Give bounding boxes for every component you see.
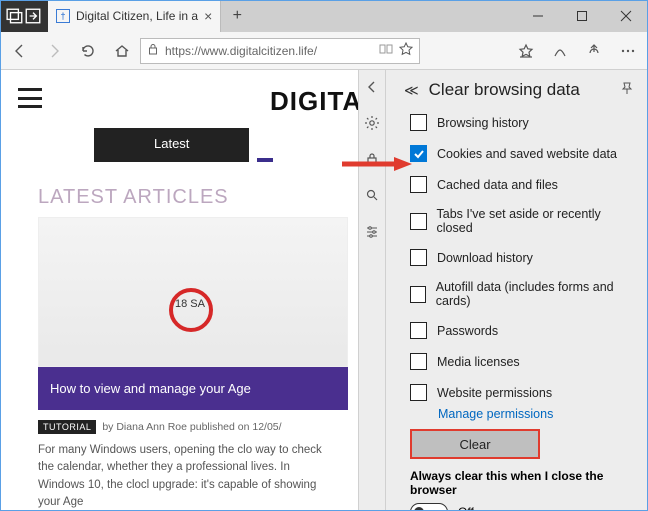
checkbox-browsing-history[interactable]: Browsing history — [410, 114, 634, 131]
checkbox-label: Website permissions — [437, 386, 552, 400]
tab-latest[interactable]: Latest — [94, 128, 249, 162]
refresh-button[interactable] — [72, 35, 104, 67]
home-button[interactable] — [106, 35, 138, 67]
checkbox-icon[interactable] — [410, 384, 427, 401]
url-box[interactable]: https://www.digitalcitizen.life/ — [140, 38, 420, 64]
always-clear-label: Always clear this when I close the brows… — [410, 469, 634, 497]
checkbox-label: Media licenses — [437, 355, 520, 369]
tab-title: Digital Citizen, Life in a — [76, 9, 198, 23]
favorite-star-icon[interactable] — [399, 42, 413, 59]
pin-icon[interactable] — [620, 81, 634, 100]
clear-button[interactable]: Clear — [410, 429, 540, 459]
window-controls — [516, 0, 648, 32]
article-title[interactable]: How to view and manage your Age — [38, 367, 348, 410]
manage-permissions-link[interactable]: Manage permissions — [438, 407, 553, 421]
close-window-button[interactable] — [604, 0, 648, 32]
calendar-day: 18 SA — [175, 298, 205, 310]
article-image[interactable]: 18 SA — [38, 217, 348, 367]
checkbox-icon[interactable] — [410, 114, 427, 131]
always-clear-toggle-row: Off — [410, 503, 634, 511]
url-text: https://www.digitalcitizen.life/ — [165, 44, 373, 58]
favorites-button[interactable] — [510, 35, 542, 67]
checkbox-label: Browsing history — [437, 116, 529, 130]
checkbox-icon[interactable] — [410, 353, 427, 370]
share-button[interactable] — [578, 35, 610, 67]
notes-button[interactable] — [544, 35, 576, 67]
toggle-switch[interactable] — [410, 503, 448, 511]
checkbox-cookies[interactable]: Cookies and saved website data — [410, 145, 634, 162]
close-tab-icon[interactable]: × — [204, 8, 212, 24]
checkbox-label: Cached data and files — [437, 178, 558, 192]
checkbox-label: Autofill data (includes forms and cards) — [436, 280, 634, 308]
lock-rail-icon[interactable] — [361, 148, 383, 170]
minimize-button[interactable] — [516, 0, 560, 32]
window-titlebar: † Digital Citizen, Life in a × + — [0, 0, 648, 32]
checkbox-icon[interactable] — [410, 213, 427, 230]
forward-button[interactable] — [38, 35, 70, 67]
more-button[interactable] — [612, 35, 644, 67]
checkbox-autofill[interactable]: Autofill data (includes forms and cards) — [410, 280, 634, 308]
panel-back-icon[interactable]: ≪ — [404, 82, 419, 99]
checkbox-cached[interactable]: Cached data and files — [410, 176, 634, 193]
favicon-icon: † — [56, 9, 70, 23]
checkbox-media-licenses[interactable]: Media licenses — [410, 353, 634, 370]
checkbox-icon[interactable] — [410, 249, 427, 266]
article-excerpt: For many Windows users, opening the clo … — [38, 442, 338, 511]
panel-title: Clear browsing data — [429, 80, 610, 100]
checkbox-icon[interactable] — [410, 322, 427, 339]
sliders-icon[interactable] — [361, 220, 383, 242]
maximize-button[interactable] — [560, 0, 604, 32]
reading-view-icon[interactable] — [379, 43, 393, 58]
byline-text: by Diana Ann Roe published on 12/05/ — [102, 421, 281, 433]
checkbox-label: Passwords — [437, 324, 498, 338]
tutorial-badge: TUTORIAL — [38, 420, 96, 434]
checkbox-tabs-aside[interactable]: Tabs I've set aside or recently closed — [410, 207, 634, 235]
checkbox-icon[interactable] — [410, 286, 426, 303]
checkbox-download-history[interactable]: Download history — [410, 249, 634, 266]
checkbox-website-permissions[interactable]: Website permissions — [410, 384, 634, 401]
panel-header: ≪ Clear browsing data — [404, 80, 634, 100]
lock-icon — [147, 43, 159, 58]
checkbox-label: Tabs I've set aside or recently closed — [437, 207, 634, 235]
tabs-aside-group — [0, 0, 48, 32]
browser-tab[interactable]: † Digital Citizen, Life in a × — [48, 0, 221, 32]
search-rail-icon[interactable] — [361, 184, 383, 206]
chevron-left-icon[interactable] — [361, 76, 383, 98]
new-tab-button[interactable]: + — [221, 0, 253, 32]
checkbox-passwords[interactable]: Passwords — [410, 322, 634, 339]
tab-indicator[interactable] — [257, 128, 273, 162]
checkbox-icon[interactable] — [410, 176, 427, 193]
checkbox-label: Cookies and saved website data — [437, 147, 617, 161]
clear-browsing-data-panel: ≪ Clear browsing data Browsing history C… — [386, 70, 648, 511]
gear-icon[interactable] — [361, 112, 383, 134]
back-button[interactable] — [4, 35, 36, 67]
set-tabs-aside-icon[interactable] — [24, 7, 42, 25]
tabs-aside-icon[interactable] — [6, 7, 24, 25]
hamburger-menu-icon[interactable] — [18, 88, 42, 108]
settings-rail — [358, 70, 386, 511]
address-bar: https://www.digitalcitizen.life/ — [0, 32, 648, 70]
checkbox-icon[interactable] — [410, 145, 427, 162]
toggle-state: Off — [458, 505, 474, 511]
checkbox-label: Download history — [437, 251, 533, 265]
